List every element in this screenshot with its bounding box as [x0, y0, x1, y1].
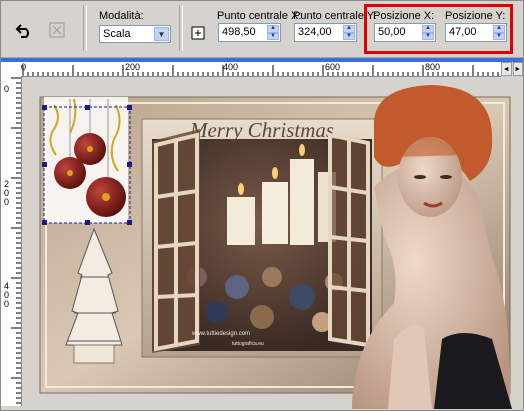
undo-arrow-icon[interactable]: [13, 19, 35, 41]
vertical-ruler-ticks: [11, 77, 21, 404]
ruler-scroll-buttons: ◄ ►: [501, 62, 523, 76]
toolbar-separator: [83, 5, 87, 51]
mode-select[interactable]: Scala ▼: [99, 25, 171, 43]
chevron-down-icon[interactable]: ▼: [154, 27, 169, 41]
watermark-text: www.tuttiedesign.com: [191, 331, 250, 337]
tool-options-window: Modalità: Scala ▼ Punto centrale X: 498,…: [0, 0, 524, 411]
spin-down-icon[interactable]: ▼: [343, 32, 355, 40]
christmas-artwork: Merry Christmas www.tuttiedesign.com tut…: [22, 77, 522, 409]
reset-transform-icon[interactable]: [46, 19, 68, 41]
mode-select-value: Scala: [103, 28, 131, 40]
toolbar-separator: [179, 5, 183, 51]
h-ruler-label: 600: [325, 62, 341, 72]
ruler-corner: [1, 62, 22, 77]
center-y-field[interactable]: 324,00 ▲ ▼: [294, 23, 357, 42]
center-x-label: Punto centrale X:: [217, 10, 302, 22]
v-ruler-label: 0: [4, 84, 10, 94]
horizontal-ruler: 0 200 400 600 800: [21, 62, 501, 77]
center-point-icon[interactable]: [187, 22, 209, 44]
scroll-left-icon[interactable]: ◄: [501, 62, 512, 76]
center-x-value: 498,50: [222, 26, 256, 38]
h-ruler-label: 800: [425, 62, 441, 72]
watermark-small-text: tuttografica.eu: [232, 341, 264, 347]
h-ruler-label: 400: [223, 62, 239, 72]
position-highlight-box: [364, 4, 513, 54]
merry-christmas-title: Merry Christmas: [189, 118, 334, 142]
spin-down-icon[interactable]: ▼: [267, 32, 279, 40]
v-ruler-label: 4 0 0: [4, 281, 10, 309]
center-y-value: 324,00: [298, 26, 332, 38]
spin-up-icon[interactable]: ▲: [343, 25, 355, 33]
vertical-ruler: 0 2 0 0 4 0 0: [1, 76, 22, 406]
spin-up-icon[interactable]: ▲: [267, 25, 279, 33]
h-ruler-label: 200: [125, 62, 141, 72]
scroll-right-icon[interactable]: ►: [512, 62, 523, 76]
tool-options-toolbar: Modalità: Scala ▼ Punto centrale X: 498,…: [1, 1, 523, 58]
mode-label: Modalità:: [99, 10, 144, 22]
h-ruler-label: 0: [21, 62, 27, 72]
image-canvas[interactable]: Merry Christmas www.tuttiedesign.com tut…: [22, 77, 522, 409]
v-ruler-label: 2 0 0: [4, 179, 10, 207]
center-x-field[interactable]: 498,50 ▲ ▼: [218, 23, 281, 42]
